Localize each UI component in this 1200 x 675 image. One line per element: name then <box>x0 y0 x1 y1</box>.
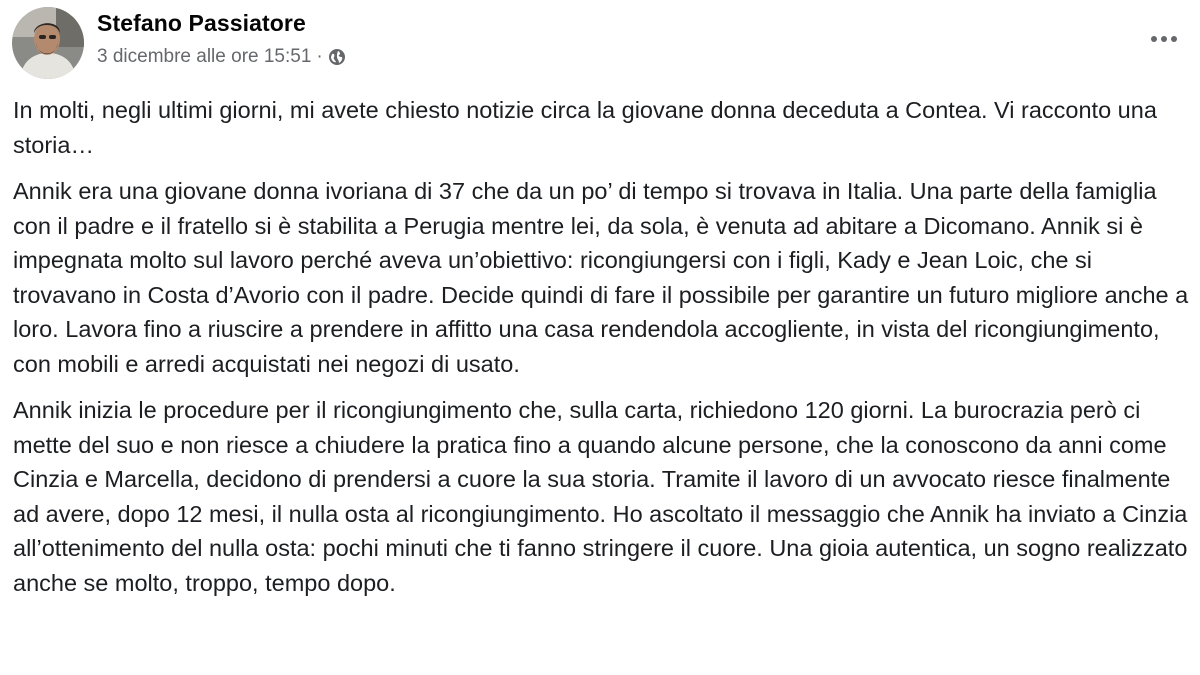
post-paragraph: Annik era una giovane donna ivoriana di … <box>13 178 1189 377</box>
avatar-photo <box>12 7 84 79</box>
post-paragraph: In molti, negli ultimi giorni, mi avete … <box>13 97 1157 158</box>
globe-icon[interactable] <box>328 48 346 66</box>
more-options-icon <box>1151 36 1177 42</box>
post-body: In molti, negli ultimi giorni, mi avete … <box>13 93 1193 612</box>
post-timestamp[interactable]: 3 dicembre alle ore 15:51 <box>97 46 311 68</box>
author-block: Stefano Passiatore 3 dicembre alle ore 1… <box>97 10 346 68</box>
meta-separator: · <box>316 46 323 67</box>
facebook-post: Stefano Passiatore 3 dicembre alle ore 1… <box>0 0 1200 675</box>
avatar[interactable] <box>12 7 84 79</box>
post-header: Stefano Passiatore 3 dicembre alle ore 1… <box>12 7 346 79</box>
post-paragraph: Annik inizia le procedure per il ricongi… <box>13 397 1188 596</box>
more-options-button[interactable] <box>1144 24 1184 54</box>
post-meta: 3 dicembre alle ore 15:51 · <box>97 46 346 68</box>
author-name[interactable]: Stefano Passiatore <box>97 10 346 37</box>
